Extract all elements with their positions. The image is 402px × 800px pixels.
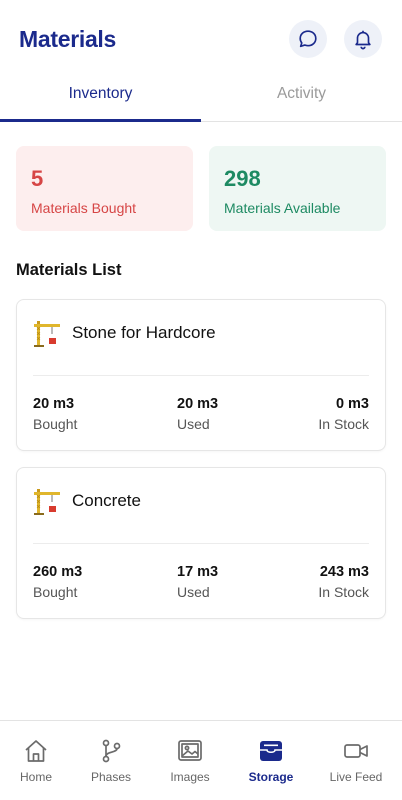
nav-phases-label: Phases [90,770,132,784]
divider [33,375,369,376]
nav-home-label: Home [19,770,52,784]
storage-icon [260,741,282,761]
page-title: Materials [19,26,117,52]
bell-icon [355,30,371,50]
app-header: Materials [0,0,402,78]
bought-label: Bought [33,416,78,432]
material-card[interactable]: Stone for Hardcore 20 m3 Bought 20 m3 Us… [16,299,386,451]
in-stock-label: In Stock [318,584,369,600]
tab-inventory[interactable]: Inventory [0,78,201,122]
used-label: Used [177,584,210,600]
used-value: 20 m3 [177,396,219,412]
bought-metric: 20 m3 Bought [33,396,77,432]
bought-label: Bought [33,584,78,600]
materials-bought-count: 5 [31,166,44,191]
nav-home[interactable]: Home [0,721,76,800]
in-stock-label: In Stock [318,416,369,432]
in-stock-metric: 0 m3 In Stock [318,396,369,432]
material-card[interactable]: Concrete 260 m3 Bought 17 m3 Used 243 m3… [16,467,386,619]
nav-storage[interactable]: Storage [231,721,311,800]
notifications-button[interactable] [344,20,382,58]
materials-list-title: Materials List [16,261,122,279]
materials-bought-card: 5 Materials Bought [16,146,193,231]
materials-available-count: 298 [224,166,261,191]
bottom-navigation: Home Phases Images Storage Live Feed [0,720,402,800]
materials-available-label: Materials Available [224,200,341,216]
nav-images[interactable]: Images [150,721,230,800]
nav-phases[interactable]: Phases [71,721,151,800]
in-stock-value: 0 m3 [335,396,369,412]
video-icon [344,744,368,758]
branch-icon [102,739,121,763]
in-stock-value: 243 m3 [319,564,369,580]
nav-live-feed[interactable]: Live Feed [316,721,396,800]
bought-value: 20 m3 [33,396,75,412]
materials-available-card: 298 Materials Available [209,146,386,231]
used-value: 17 m3 [177,564,219,580]
tab-activity-label: Activity [276,85,327,102]
chat-icon [299,30,317,48]
images-icon [178,740,202,761]
active-tab-indicator [0,119,201,122]
bought-metric: 260 m3 Bought [33,564,82,600]
chat-button[interactable] [289,20,327,58]
materials-bought-label: Materials Bought [31,200,137,216]
tab-activity[interactable]: Activity [201,78,402,122]
used-metric: 20 m3 Used [177,396,218,432]
tab-bar: Inventory Activity [0,78,402,122]
crane-icon [34,321,60,347]
bought-value: 260 m3 [33,564,83,580]
nav-live-feed-label: Live Feed [329,770,383,784]
in-stock-metric: 243 m3 In Stock [318,564,369,600]
used-metric: 17 m3 Used [177,564,218,600]
crane-icon [34,489,60,515]
material-name: Concrete [72,491,141,510]
home-icon [25,740,47,762]
material-name: Stone for Hardcore [72,323,216,342]
tab-inventory-label: Inventory [68,85,133,102]
used-label: Used [177,416,210,432]
nav-storage-label: Storage [248,770,294,784]
divider [33,543,369,544]
nav-images-label: Images [170,770,210,784]
